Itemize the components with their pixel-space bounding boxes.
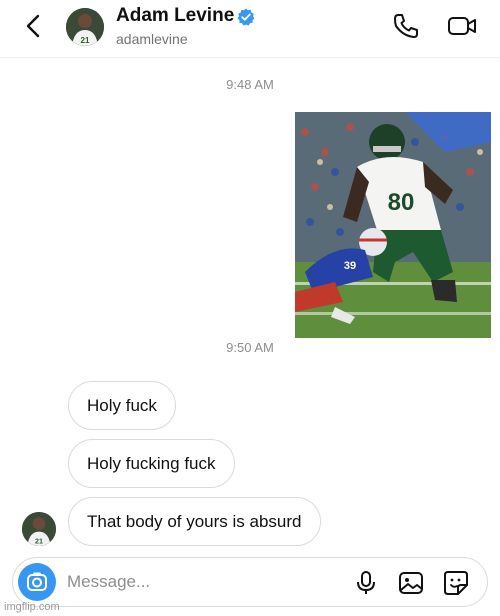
sent-photo[interactable]: 80 39 [295,112,491,338]
message-bubble[interactable]: Holy fucking fuck [68,439,235,488]
camera-icon[interactable] [18,563,56,601]
message-input[interactable] [67,568,287,596]
contact-name[interactable]: Adam Levine [116,5,234,27]
video-call-icon[interactable] [446,10,478,42]
message-bubble[interactable]: That body of yours is absurd [68,497,321,546]
avatar-jersey-number: 21 [35,537,43,545]
contact-username: adamlevine [116,31,188,47]
phone-call-icon[interactable] [390,10,422,42]
photo-jersey-number-large: 80 [388,189,415,216]
gallery-icon[interactable] [397,569,425,597]
sender-avatar[interactable]: 21 [22,512,56,546]
message-composer [12,557,488,607]
microphone-icon[interactable] [352,569,380,597]
watermark: imgflip.com [4,601,60,613]
chat-header: 21 Adam Levine adamlevine [0,0,500,58]
message-bubble[interactable]: Holy fuck [68,381,176,430]
message-timestamp: 9:50 AM [226,340,274,355]
avatar[interactable]: 21 [66,8,104,46]
back-arrow-icon[interactable] [20,12,48,40]
avatar-jersey-number: 21 [81,36,90,45]
verified-badge-icon [237,8,255,26]
message-timestamp: 9:48 AM [226,77,274,92]
sticker-icon[interactable] [442,569,470,597]
photo-jersey-number-small: 39 [344,260,356,272]
